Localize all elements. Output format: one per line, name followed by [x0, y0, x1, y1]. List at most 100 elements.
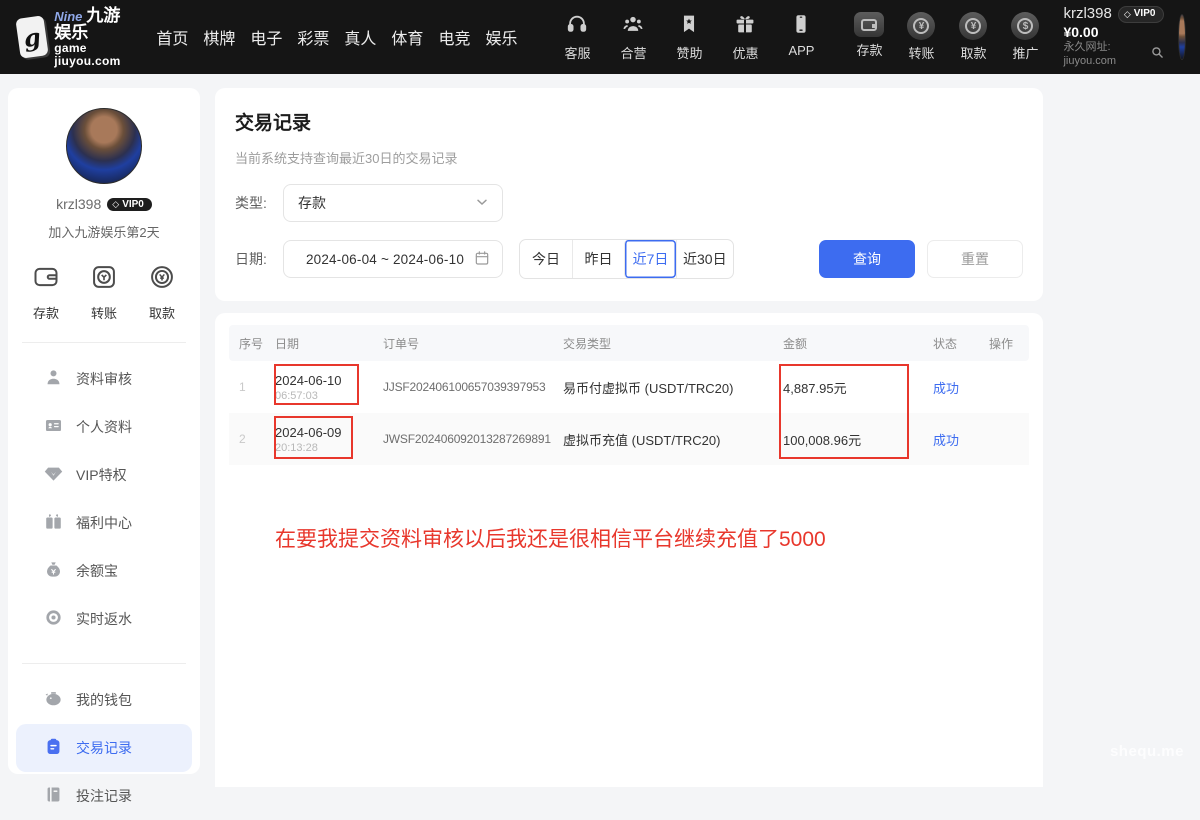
- sidebar-item-bets[interactable]: 投注记录: [16, 772, 192, 820]
- filter-card: 交易记录 当前系统支持查询最近30日的交易记录 类型: 存款 日期: 2024-…: [215, 88, 1043, 301]
- row-status[interactable]: 成功: [927, 413, 983, 465]
- row-action: [983, 413, 1029, 465]
- col-order: 订单号: [377, 325, 557, 361]
- join-days-text: 加入九游娱乐第2天: [8, 222, 200, 241]
- coin-icon: ¥: [907, 12, 935, 40]
- range-today-button[interactable]: 今日: [520, 240, 572, 278]
- divider: [22, 663, 186, 664]
- sponsor-button[interactable]: 赞助: [667, 13, 711, 62]
- header-quick-icons: 客服 合营 赞助 优惠 APP: [555, 13, 823, 62]
- nav-live[interactable]: 真人: [344, 25, 376, 49]
- row-no: 2: [229, 413, 269, 465]
- partners-button[interactable]: 合营: [611, 13, 655, 62]
- sidebar: krzl398 ◇VIP0 加入九游娱乐第2天 存款 转账 取款 资料审核: [8, 88, 200, 774]
- nav-chess[interactable]: 棋牌: [203, 25, 235, 49]
- row-status[interactable]: 成功: [927, 361, 983, 413]
- withdraw-button[interactable]: 取款: [148, 263, 176, 322]
- service-button[interactable]: 客服: [555, 13, 599, 62]
- header-user-info: krzl398 ◇VIP0 ¥0.00 永久网址: jiuyou.com: [1063, 5, 1164, 69]
- main-content: 交易记录 当前系统支持查询最近30日的交易记录 类型: 存款 日期: 2024-…: [215, 88, 1043, 787]
- money-bag-icon: [44, 560, 63, 582]
- app-button[interactable]: APP: [779, 13, 823, 62]
- nav-slots[interactable]: 电子: [250, 25, 282, 49]
- deposit-button[interactable]: 存款: [849, 12, 889, 62]
- range-7days-button[interactable]: 近7日: [624, 240, 676, 278]
- row-type: 虚拟币充值 (USDT/TRC20): [557, 413, 777, 465]
- transfer-button[interactable]: ¥ 转账: [901, 12, 941, 62]
- logo-card-icon: g: [15, 15, 49, 59]
- id-card-icon: [44, 416, 63, 438]
- table-header-row: 序号 日期 订单号 交易类型 金额 状态 操作: [229, 325, 1029, 361]
- table-card: 序号 日期 订单号 交易类型 金额 状态 操作 1 2024-06-10 06:…: [215, 313, 1043, 787]
- nav-sports[interactable]: 体育: [391, 25, 423, 49]
- wallet-icon: [854, 12, 884, 37]
- sidebar-item-audit[interactable]: 资料审核: [16, 355, 192, 403]
- welfare-gift-icon: [44, 512, 63, 534]
- headset-icon: [566, 13, 588, 40]
- sidebar-item-profile[interactable]: 个人资料: [16, 403, 192, 451]
- promo-button[interactable]: 优惠: [723, 13, 767, 62]
- calendar-icon: [474, 250, 490, 269]
- row-order-no: JJSF202406100657039397953: [377, 361, 557, 413]
- logo-domain: jiuyou.com: [54, 54, 120, 68]
- reset-button[interactable]: 重置: [927, 240, 1023, 278]
- divider: [22, 342, 186, 343]
- col-no: 序号: [229, 325, 269, 361]
- table-row: 1 2024-06-10 06:57:03 JJSF20240610065703…: [229, 361, 1029, 413]
- gem-icon: [44, 464, 63, 486]
- transfer-button[interactable]: 转账: [90, 263, 118, 322]
- logo-nine: Nine: [54, 9, 82, 24]
- col-type: 交易类型: [557, 325, 777, 361]
- nav-lottery[interactable]: 彩票: [297, 25, 329, 49]
- nav-esports[interactable]: 电竞: [438, 25, 470, 49]
- sidebar-item-rebate[interactable]: 实时返水: [16, 595, 192, 643]
- range-30days-button[interactable]: 近30日: [676, 240, 733, 278]
- transactions-table: 序号 日期 订单号 交易类型 金额 状态 操作 1 2024-06-10 06:…: [229, 325, 1029, 465]
- site-logo[interactable]: g Nine九游娱乐 game jiuyou.com: [18, 7, 130, 68]
- withdraw-button[interactable]: ¥ 取款: [953, 12, 993, 62]
- row-date: 2024-06-09 20:13:28: [269, 413, 377, 465]
- deposit-wallet-icon: [32, 263, 60, 296]
- row-type: 易币付虚拟币 (USDT/TRC20): [557, 361, 777, 413]
- row-amount: 4,887.95元: [777, 361, 927, 413]
- nav-home[interactable]: 首页: [156, 25, 188, 49]
- username: krzl398: [56, 196, 101, 212]
- referral-button[interactable]: $ 推广: [1005, 12, 1045, 62]
- col-action: 操作: [983, 325, 1029, 361]
- red-annotation-text: 在要我提交资料审核以后我还是很相信平台继续充值了5000: [275, 523, 826, 553]
- nav-entertainment[interactable]: 娱乐: [485, 25, 517, 49]
- avatar[interactable]: [66, 108, 142, 184]
- transfer-icon: [90, 263, 118, 296]
- withdraw-icon: [148, 263, 176, 296]
- watermark: shequ.me: [1110, 743, 1184, 760]
- vip-badge: ◇VIP0: [107, 198, 152, 211]
- page-subtitle: 当前系统支持查询最近30日的交易记录: [235, 148, 1023, 167]
- type-select[interactable]: 存款: [283, 184, 503, 222]
- table-row: 2 2024-06-09 20:13:28 JWSF20240609201328…: [229, 413, 1029, 465]
- gift-icon: [734, 13, 756, 40]
- quick-range-group: 今日 昨日 近7日 近30日: [519, 239, 734, 279]
- range-yesterday-button[interactable]: 昨日: [572, 240, 624, 278]
- page-title: 交易记录: [235, 108, 1023, 135]
- sidebar-item-vip[interactable]: VIP特权: [16, 451, 192, 499]
- deposit-button[interactable]: 存款: [32, 263, 60, 322]
- username: krzl398: [1063, 5, 1111, 24]
- bet-book-icon: [44, 785, 63, 807]
- bookmark-icon: [678, 13, 700, 40]
- sidebar-item-wallet[interactable]: 我的钱包: [16, 676, 192, 724]
- col-status: 状态: [927, 325, 983, 361]
- coin-icon: $: [1011, 12, 1039, 40]
- diamond-icon: ◇: [112, 199, 119, 210]
- avatar[interactable]: [1178, 14, 1186, 60]
- main-nav: 首页 棋牌 电子 彩票 真人 体育 电竞 娱乐: [156, 25, 517, 49]
- sidebar-item-transactions[interactable]: 交易记录: [16, 724, 192, 772]
- phone-icon: [790, 13, 812, 40]
- top-header: g Nine九游娱乐 game jiuyou.com 首页 棋牌 电子 彩票 真…: [0, 0, 1200, 74]
- date-range-input[interactable]: 2024-06-04 ~ 2024-06-10: [283, 240, 503, 278]
- sidebar-item-welfare[interactable]: 福利中心: [16, 499, 192, 547]
- search-button[interactable]: 查询: [819, 240, 915, 278]
- row-order-no: JWSF202406092013287269891: [377, 413, 557, 465]
- magnifier-icon[interactable]: [1151, 46, 1164, 64]
- chevron-down-icon: [474, 194, 490, 213]
- sidebar-item-yuebao[interactable]: 余额宝: [16, 547, 192, 595]
